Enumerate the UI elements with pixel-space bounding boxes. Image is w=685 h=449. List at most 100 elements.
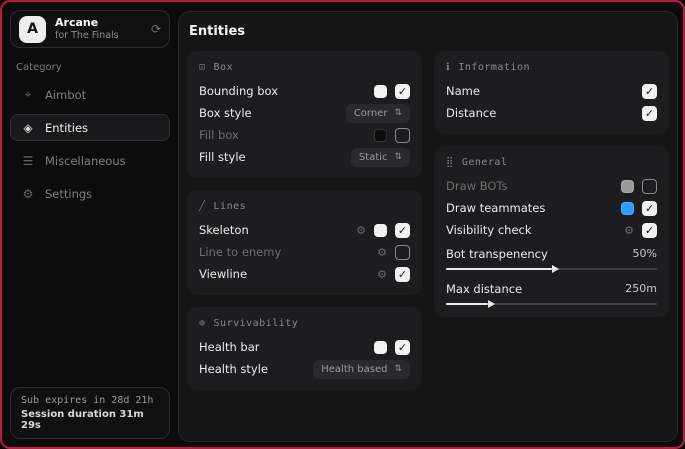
panel-lines-header: ╱ Lines (199, 201, 410, 212)
slider-fill[interactable] (446, 268, 552, 270)
row-health-bar: Health bar (199, 336, 410, 358)
bounding-box-checkbox[interactable] (395, 84, 410, 99)
bot-transparency-group: Bot transpenency 50% (446, 244, 657, 270)
row-label: Bot transpenency (446, 247, 548, 261)
panel-survivability-header: ⊕ Survivability (199, 318, 410, 329)
row-label: Bounding box (199, 84, 278, 98)
sidebar-item-settings[interactable]: ⚙ Settings (10, 180, 170, 207)
max-distance-slider[interactable] (446, 303, 657, 305)
sidebar-item-entities[interactable]: ◈ Entities (10, 114, 170, 141)
chevron-up-down-icon: ⇅ (394, 108, 402, 118)
panel-title: Lines (214, 201, 247, 212)
sub-expiry-text: Sub expires in 28d 21h (21, 395, 159, 406)
health-style-dropdown[interactable]: Health based ⇅ (313, 360, 410, 379)
right-column: ℹ Information Name Distance (434, 51, 669, 317)
slider-fill[interactable] (446, 303, 488, 305)
row-label: Visibility check (446, 223, 532, 237)
sidebar-item-label: Entities (45, 121, 88, 135)
panel-title: General (462, 157, 508, 168)
fill-box-checkbox[interactable] (395, 128, 410, 143)
row-label: Fill box (199, 128, 239, 142)
bot-transparency-slider[interactable] (446, 268, 657, 270)
dropdown-value: Static (359, 152, 388, 163)
row-visibility-check: Visibility check ⚙ (446, 219, 657, 241)
gear-icon[interactable]: ⚙ (377, 268, 387, 281)
row-label: Draw teammates (446, 201, 545, 215)
sidebar-item-label: Aimbot (45, 88, 86, 102)
gear-icon[interactable]: ⚙ (377, 246, 387, 259)
row-draw-bots: Draw BOTs (446, 175, 657, 197)
entities-icon: ◈ (21, 121, 35, 135)
line-to-enemy-checkbox[interactable] (395, 245, 410, 260)
viewline-checkbox[interactable] (395, 267, 410, 282)
sidebar-item-label: Miscellaneous (45, 154, 126, 168)
row-label: Viewline (199, 267, 247, 281)
row-label: Health bar (199, 340, 260, 354)
draw-teammates-checkbox[interactable] (642, 201, 657, 216)
main-panel: Entities ⊡ Box Bounding box (178, 11, 678, 442)
row-label: Distance (446, 106, 496, 120)
crosshair-icon: ⌖ (21, 87, 35, 102)
gear-icon[interactable]: ⚙ (356, 224, 366, 237)
page-title: Entities (189, 24, 669, 39)
brand-subtitle: for The Finals (55, 30, 142, 42)
sidebar-item-label: Settings (45, 187, 92, 201)
panel-general-header: ⣿ General (446, 157, 657, 168)
chevron-up-down-icon: ⇅ (394, 364, 402, 374)
sidebar-item-miscellaneous[interactable]: ☰ Miscellaneous (10, 147, 170, 174)
color-swatch[interactable] (374, 341, 387, 354)
gear-icon[interactable]: ⚙ (624, 224, 634, 237)
row-label: Name (446, 84, 480, 98)
row-fill-box: Fill box (199, 124, 410, 146)
info-icon: ℹ (446, 62, 450, 73)
visibility-check-checkbox[interactable] (642, 223, 657, 238)
app-window: A Arcane for The Finals ⟳ Category ⌖ Aim… (0, 0, 685, 449)
grid-icon: ⣿ (446, 157, 454, 168)
brand-title: Arcane (55, 16, 142, 30)
panel-title: Information (458, 62, 530, 73)
slider-value: 50% (633, 247, 657, 260)
sync-icon[interactable]: ⟳ (151, 22, 161, 36)
panel-general: ⣿ General Draw BOTs Draw teammates (434, 146, 669, 317)
distance-checkbox[interactable] (642, 106, 657, 121)
fill-style-dropdown[interactable]: Static ⇅ (351, 148, 410, 167)
color-swatch[interactable] (621, 202, 634, 215)
row-health-style: Health style Health based ⇅ (199, 358, 410, 380)
panel-title: Survivability (214, 318, 299, 329)
color-swatch[interactable] (374, 129, 387, 142)
sidebar: A Arcane for The Finals ⟳ Category ⌖ Aim… (2, 2, 178, 447)
skeleton-checkbox[interactable] (395, 223, 410, 238)
row-label: Box style (199, 106, 252, 120)
name-checkbox[interactable] (642, 84, 657, 99)
row-bounding-box: Bounding box (199, 80, 410, 102)
health-bar-checkbox[interactable] (395, 340, 410, 355)
color-swatch[interactable] (621, 180, 634, 193)
row-fill-style: Fill style Static ⇅ (199, 146, 410, 168)
row-line-to-enemy: Line to enemy ⚙ (199, 241, 410, 263)
brand-logo: A (19, 16, 46, 43)
row-draw-teammates: Draw teammates (446, 197, 657, 219)
row-distance: Distance (446, 102, 657, 124)
line-icon: ╱ (199, 201, 206, 212)
gear-icon: ⚙ (21, 187, 35, 201)
panel-title: Box (214, 62, 234, 73)
row-label: Skeleton (199, 223, 249, 237)
panel-lines: ╱ Lines Skeleton ⚙ Line to enemy (187, 190, 422, 295)
panel-information-header: ℹ Information (446, 62, 657, 73)
draw-bots-checkbox[interactable] (642, 179, 657, 194)
panel-box-header: ⊡ Box (199, 62, 410, 73)
left-column: ⊡ Box Bounding box Box style Corner (187, 51, 422, 390)
dropdown-value: Corner (354, 108, 388, 119)
sidebar-item-aimbot[interactable]: ⌖ Aimbot (10, 81, 170, 108)
row-box-style: Box style Corner ⇅ (199, 102, 410, 124)
brand-card: A Arcane for The Finals ⟳ (10, 10, 170, 48)
row-label: Max distance (446, 282, 522, 296)
row-label: Line to enemy (199, 245, 281, 259)
box-style-dropdown[interactable]: Corner ⇅ (346, 104, 410, 123)
session-duration-text: Session duration 31m 29s (21, 409, 159, 431)
slider-value: 250m (625, 282, 657, 295)
color-swatch[interactable] (374, 85, 387, 98)
category-label: Category (16, 62, 170, 73)
chevron-up-down-icon: ⇅ (394, 152, 402, 162)
color-swatch[interactable] (374, 224, 387, 237)
